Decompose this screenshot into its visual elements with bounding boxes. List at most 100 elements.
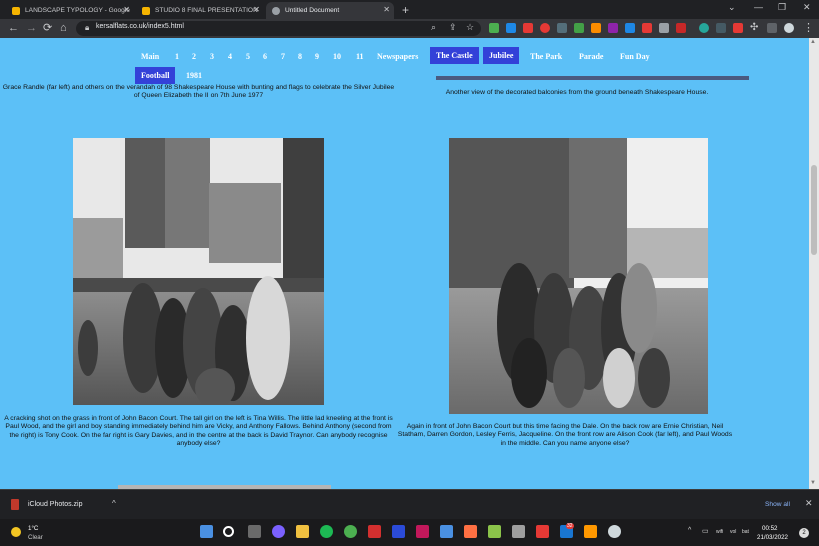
file-explorer-icon[interactable]: [296, 525, 309, 538]
tab-search-icon[interactable]: ⌄: [728, 2, 736, 13]
nav-page-6-link[interactable]: 6: [263, 52, 267, 61]
volume-icon[interactable]: vol: [730, 529, 736, 535]
back-button[interactable]: ←: [8, 22, 19, 34]
downloads-close-button[interactable]: ✕: [805, 498, 813, 509]
url-text[interactable]: kersalflats.co.uk/index5.html: [96, 23, 184, 30]
download-filename[interactable]: iCloud Photos.zip: [28, 501, 82, 508]
nav-fun-day-link[interactable]: Fun Day: [620, 52, 650, 61]
clock-time[interactable]: 00:52: [762, 525, 777, 532]
extension-icon[interactable]: [608, 23, 618, 33]
acrobat-icon[interactable]: [368, 525, 381, 538]
extension-icon[interactable]: [716, 23, 726, 33]
nav-page-2-link[interactable]: 2: [192, 52, 196, 61]
extension-icon[interactable]: [489, 23, 499, 33]
maximize-button[interactable]: ❐: [778, 2, 786, 13]
photos-icon[interactable]: [464, 525, 477, 538]
extension-icon[interactable]: [574, 23, 584, 33]
app-icon[interactable]: [512, 525, 525, 538]
address-bar[interactable]: 🔒︎ kersalflats.co.uk/index5.html ⌕ ⇪ ☆: [76, 21, 481, 36]
nav-jubilee-link[interactable]: Jubilee: [483, 47, 520, 64]
share-icon[interactable]: ⇪: [449, 22, 457, 33]
app-icon[interactable]: [536, 525, 549, 538]
start-windows-icon[interactable]: [200, 525, 213, 538]
scroll-thumb[interactable]: [811, 165, 817, 255]
nav-the-park-link[interactable]: The Park: [530, 52, 562, 61]
app-icon[interactable]: [488, 525, 501, 538]
extension-icon[interactable]: [540, 23, 550, 33]
tab-landscape-typology[interactable]: LANDSCAPE TYPOLOGY - Google ✕: [6, 2, 134, 19]
profile-avatar[interactable]: [784, 23, 794, 33]
nav-main-link[interactable]: Main: [141, 52, 159, 61]
extension-icon[interactable]: [523, 23, 533, 33]
wifi-icon[interactable]: wifi: [716, 529, 723, 535]
search-icon[interactable]: ⌕: [431, 22, 436, 33]
photo-john-bacon-court-dale[interactable]: [449, 138, 708, 414]
zip-file-icon: [11, 499, 19, 510]
task-view-icon[interactable]: [248, 525, 261, 538]
download-options-icon[interactable]: ^: [112, 499, 116, 508]
spotify-icon[interactable]: [320, 525, 333, 538]
forward-button[interactable]: →: [26, 22, 37, 34]
nav-page-9-link[interactable]: 9: [315, 52, 319, 61]
minimize-button[interactable]: —: [754, 2, 763, 12]
photo-john-bacon-court-grass[interactable]: [73, 138, 324, 405]
nav-page-11-link[interactable]: 11: [356, 52, 364, 61]
extension-icon[interactable]: [506, 23, 516, 33]
tray-chevron-icon[interactable]: ^: [688, 527, 691, 534]
weather-condition[interactable]: Clear: [28, 534, 43, 541]
scroll-up-icon[interactable]: ▲: [810, 39, 816, 45]
page-scrollbar[interactable]: ▲ ▼: [809, 38, 819, 489]
nav-page-3-link[interactable]: 3: [210, 52, 214, 61]
new-tab-button[interactable]: +: [402, 3, 409, 17]
nav-page-7-link[interactable]: 7: [281, 52, 285, 61]
browser-menu-icon[interactable]: ⋮: [803, 22, 814, 34]
tab-studio-8[interactable]: STUDIO 8 FINAL PRESENTATION ✕: [136, 2, 264, 19]
chrome-icon[interactable]: [344, 525, 357, 538]
close-tab-icon[interactable]: ✕: [253, 5, 260, 14]
nav-parade-link[interactable]: Parade: [579, 52, 603, 61]
extension-icon[interactable]: [733, 23, 743, 33]
app-icon[interactable]: [608, 525, 621, 538]
nav-newspapers-link[interactable]: Newspapers: [377, 52, 418, 61]
weather-temperature[interactable]: 1°C: [28, 525, 38, 532]
nav-page-1-link[interactable]: 1: [175, 52, 179, 61]
home-button[interactable]: ⌂: [60, 22, 67, 34]
extension-icon[interactable]: [659, 23, 669, 33]
extension-icon[interactable]: [557, 23, 567, 33]
nav-page-5-link[interactable]: 5: [246, 52, 250, 61]
extension-icon[interactable]: [591, 23, 601, 33]
nav-the-castle-link[interactable]: The Castle: [430, 47, 479, 64]
window-close-button[interactable]: ✕: [803, 2, 811, 13]
notifications-badge[interactable]: 2: [799, 528, 809, 538]
close-tab-icon[interactable]: ✕: [383, 5, 390, 14]
app-icon[interactable]: [584, 525, 597, 538]
caption-grass-photo: A cracking shot on the grass in front of…: [4, 415, 393, 448]
indesign-icon[interactable]: [416, 525, 429, 538]
close-tab-icon[interactable]: ✕: [123, 5, 130, 14]
show-all-button[interactable]: Show all: [765, 501, 790, 508]
battery-icon[interactable]: bat: [742, 529, 749, 535]
scroll-down-icon[interactable]: ▼: [810, 480, 816, 486]
slides-favicon-icon: [12, 6, 20, 15]
nav-1981-link[interactable]: 1981: [186, 71, 202, 80]
app-icon[interactable]: [440, 525, 453, 538]
extension-icon[interactable]: [699, 23, 709, 33]
extension-icon[interactable]: [676, 23, 686, 33]
nav-page-10-link[interactable]: 10: [333, 52, 341, 61]
sidebar-icon[interactable]: [767, 23, 777, 33]
search-icon[interactable]: [223, 526, 234, 537]
extension-icon[interactable]: [625, 23, 635, 33]
photoshop-icon[interactable]: [392, 525, 405, 538]
extensions-puzzle-icon[interactable]: ✣: [750, 22, 758, 34]
moon-weather-icon[interactable]: [11, 527, 21, 537]
clock-date[interactable]: 21/03/2022: [757, 534, 788, 541]
chat-icon[interactable]: [272, 525, 285, 538]
tab-untitled-document[interactable]: Untitled Document ✕: [266, 2, 394, 19]
nav-football-link[interactable]: Football: [135, 67, 176, 84]
bookmark-star-icon[interactable]: ☆: [466, 22, 474, 33]
nav-page-8-link[interactable]: 8: [298, 52, 302, 61]
nav-page-4-link[interactable]: 4: [228, 52, 232, 61]
tray-display-icon[interactable]: ▭: [702, 527, 709, 535]
reload-button[interactable]: ⟳: [43, 22, 52, 34]
extension-icon[interactable]: [642, 23, 652, 33]
